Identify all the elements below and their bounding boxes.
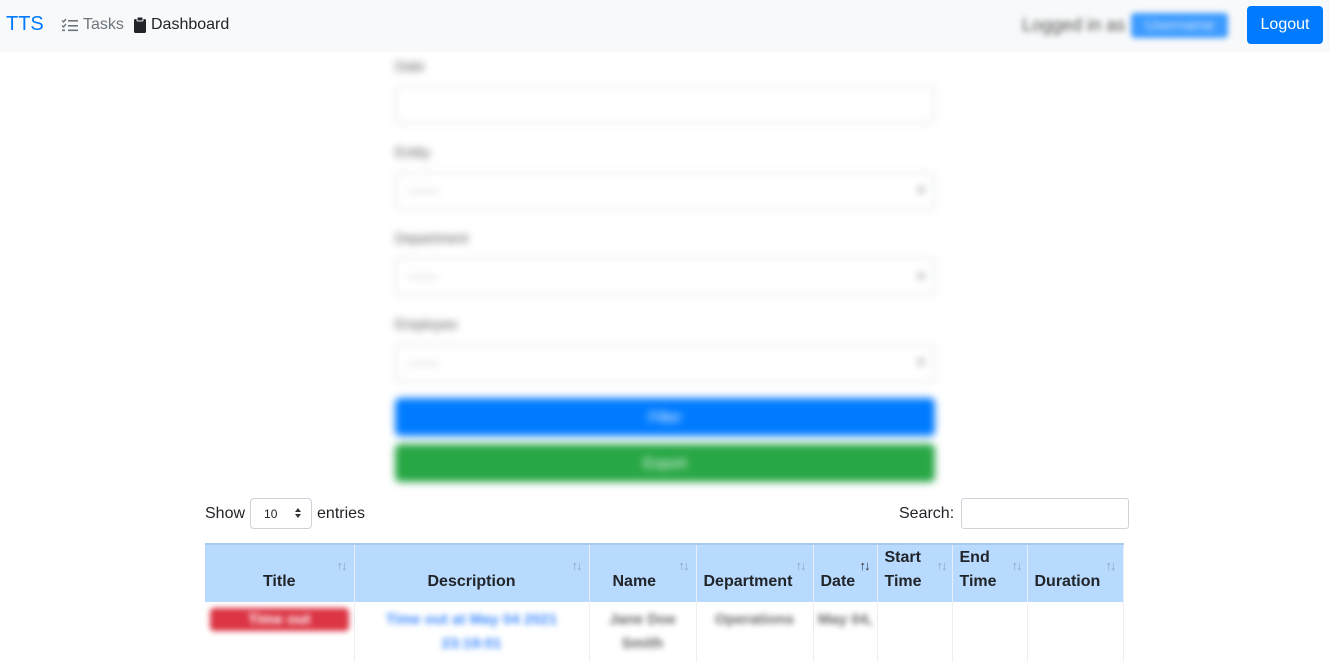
tasks-table-wrapper: ↑↓ Title ↑↓ Description ↑↓ Name ↑↓ Depar… bbox=[205, 543, 1124, 662]
status-badge: Time out bbox=[210, 608, 349, 631]
department-select[interactable]: ------- ▾ bbox=[395, 258, 935, 296]
department-select-value: ------- bbox=[408, 269, 439, 284]
entity-label: Entity bbox=[395, 144, 431, 160]
cell-duration bbox=[1027, 602, 1124, 662]
sort-icon: ↑↓ bbox=[936, 558, 948, 573]
sort-updown-icon bbox=[294, 507, 302, 522]
search-label: Search: bbox=[899, 504, 955, 522]
department-name: Operations bbox=[714, 611, 795, 628]
chevron-down-icon: ▾ bbox=[917, 183, 924, 197]
entries-length-control: Show 10 entries bbox=[205, 498, 365, 529]
clipboard-icon bbox=[134, 17, 146, 33]
entity-select[interactable]: ------- ▾ bbox=[395, 172, 935, 210]
nav-dashboard-label: Dashboard bbox=[151, 16, 230, 33]
search-input[interactable] bbox=[961, 498, 1130, 529]
column-header-title[interactable]: ↑↓ Title bbox=[205, 543, 355, 602]
entries-select[interactable]: 10 bbox=[250, 498, 313, 529]
date-value: May 04, bbox=[817, 611, 873, 628]
tasks-list-icon bbox=[61, 18, 78, 32]
column-header-start-time[interactable]: ↑↓ Start Time bbox=[877, 543, 953, 602]
nav-tasks-label: Tasks bbox=[83, 16, 124, 33]
department-label: Department bbox=[395, 230, 469, 246]
sort-icon: ↑↓ bbox=[1011, 558, 1023, 573]
table-header-row: ↑↓ Title ↑↓ Description ↑↓ Name ↑↓ Depar… bbox=[205, 543, 1124, 602]
export-button[interactable]: Export bbox=[395, 444, 935, 482]
sort-icon: ↑↓ bbox=[678, 558, 690, 573]
sort-icon: ↑↓ bbox=[795, 558, 807, 573]
tasks-table: ↑↓ Title ↑↓ Description ↑↓ Name ↑↓ Depar… bbox=[205, 543, 1124, 662]
logged-in-status: Logged in as Username bbox=[1022, 8, 1229, 42]
sort-icon: ↑↓ bbox=[571, 558, 583, 573]
chevron-down-icon: ▾ bbox=[917, 269, 924, 283]
nav-tasks-link[interactable]: Tasks bbox=[61, 16, 124, 34]
username-badge[interactable]: Username bbox=[1131, 12, 1229, 38]
cell-name: Jane Doe Smith bbox=[589, 602, 697, 662]
cell-end-time bbox=[952, 602, 1028, 662]
table-row: Time out Time out at May 04 2021 23:19:0… bbox=[205, 602, 1124, 662]
cell-start-time bbox=[877, 602, 953, 662]
entries-select-value: 10 bbox=[264, 507, 278, 521]
entity-select-value: ------- bbox=[408, 183, 439, 198]
column-header-name[interactable]: ↑↓ Name bbox=[589, 543, 697, 602]
employee-select-value: ------- bbox=[408, 355, 439, 370]
column-header-end-time[interactable]: ↑↓ End Time bbox=[952, 543, 1028, 602]
column-header-department[interactable]: ↑↓ Department bbox=[696, 543, 814, 602]
column-header-duration[interactable]: ↑↓ Duration bbox=[1027, 543, 1124, 602]
employee-label: Employee bbox=[395, 316, 458, 332]
filter-button[interactable]: Filter bbox=[395, 398, 935, 436]
cell-department: Operations bbox=[696, 602, 814, 662]
brand-link[interactable]: TTS bbox=[6, 13, 44, 36]
date-input[interactable] bbox=[395, 86, 935, 124]
show-label: Show bbox=[205, 504, 246, 522]
column-header-description[interactable]: ↑↓ Description bbox=[354, 543, 590, 602]
sort-active-icon: ↑↓ bbox=[859, 558, 871, 573]
nav-dashboard-link[interactable]: Dashboard bbox=[134, 16, 229, 34]
logged-in-label: Logged in as bbox=[1022, 14, 1126, 35]
employee-select[interactable]: ------- ▾ bbox=[395, 344, 935, 382]
navbar: TTS Tasks Dashboard Logged in as Usernam… bbox=[0, 0, 1330, 52]
employee-name: Jane Doe Smith bbox=[609, 611, 676, 652]
chevron-down-icon: ▾ bbox=[917, 355, 924, 369]
date-label: Date bbox=[395, 58, 425, 74]
description-link[interactable]: Time out at May 04 2021 23:19:01 bbox=[386, 611, 557, 652]
cell-description: Time out at May 04 2021 23:19:01 bbox=[354, 602, 590, 662]
table-search-control: Search: bbox=[899, 498, 1130, 529]
sort-icon: ↑↓ bbox=[336, 558, 348, 573]
logout-button[interactable]: Logout bbox=[1247, 6, 1323, 44]
entries-label: entries bbox=[317, 504, 366, 522]
cell-date: May 04, bbox=[813, 602, 878, 662]
sort-icon: ↑↓ bbox=[1105, 558, 1117, 573]
filter-form: Date Entity ------- ▾ Department -------… bbox=[390, 52, 945, 492]
column-header-date[interactable]: ↑↓ Date bbox=[813, 543, 878, 602]
cell-title: Time out bbox=[205, 602, 355, 662]
